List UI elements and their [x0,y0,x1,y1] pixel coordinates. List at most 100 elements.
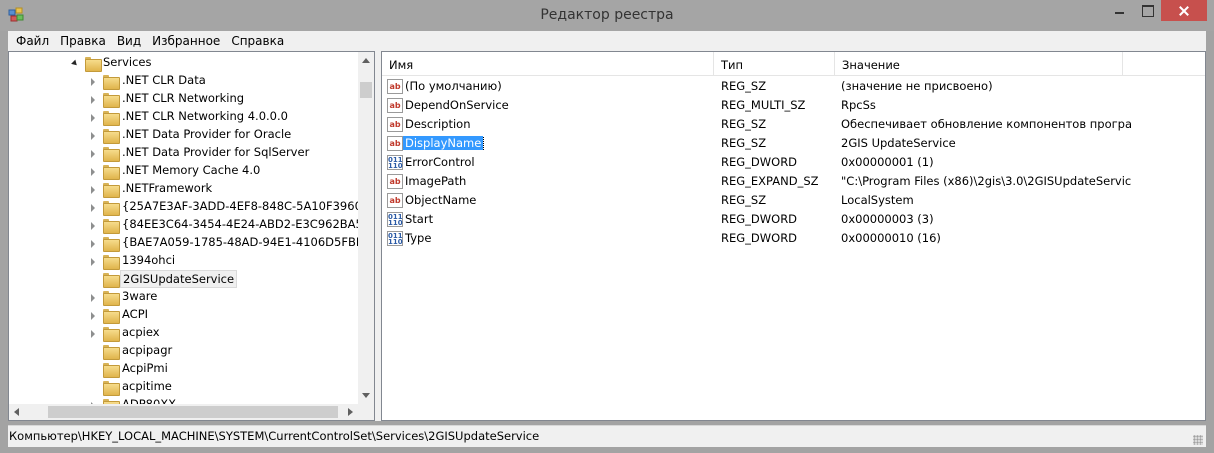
title-bar[interactable]: Редактор реестра [0,0,1214,31]
expand-arrow-icon[interactable] [89,77,98,86]
tree-item-5[interactable]: .NET Memory Cache 4.0 [9,162,359,180]
value-name-cell[interactable]: DependOnService [403,98,703,112]
tree-item-7[interactable]: {25A7E3AF-3ADD-4EF8-848C-5A10F3960F36} [9,198,374,216]
value-row[interactable]: 011 110 Start REG_DWORD 0x00000003 (3) [382,210,1205,229]
value-name[interactable]: ErrorControl [403,155,477,169]
tree-item-label[interactable]: acpitime [120,378,174,394]
tree-item-label[interactable]: .NET CLR Networking [120,90,246,106]
expand-arrow-icon[interactable] [89,167,98,176]
tree-item-8[interactable]: {84EE3C64-3454-4E24-ABD2-E3C962BA5E08} [9,216,374,234]
expand-arrow-icon[interactable] [89,221,98,230]
value-name-cell[interactable]: Description [403,117,703,131]
collapse-arrow-icon[interactable] [71,59,80,68]
tree-item-4[interactable]: .NET Data Provider for SqlServer [9,144,359,162]
tree-item-label[interactable]: .NET Data Provider for Oracle [120,126,293,142]
tree-item-label[interactable]: {84EE3C64-3454-4E24-ABD2-E3C962BA5E08} [120,216,374,232]
tree-item-12[interactable]: 3ware [9,288,359,306]
tree-vertical-scrollbar[interactable] [358,52,374,404]
value-name[interactable]: Start [403,212,435,226]
tree-item-label[interactable]: AcpiPmi [120,360,170,376]
tree-item-label[interactable]: .NETFramework [120,180,214,196]
expand-arrow-icon[interactable] [89,131,98,140]
expand-arrow-icon[interactable] [89,149,98,158]
tree-item-label[interactable]: 1394ohci [120,252,177,268]
expand-arrow-icon[interactable] [89,311,98,320]
tree-item-16[interactable]: AcpiPmi [9,360,359,378]
value-name[interactable]: (По умолчанию) [403,79,504,93]
expand-arrow-icon[interactable] [89,293,98,302]
scroll-right-arrow-icon[interactable] [348,408,353,416]
tree-item-label[interactable]: .NET CLR Networking 4.0.0.0 [120,108,290,124]
tree-item-label[interactable]: 3ware [120,288,159,304]
tree-item-9[interactable]: {BAE7A059-1785-48AD-94E1-4106D5FBF2EB} [9,234,374,252]
menu-file[interactable]: Файл [12,34,56,48]
expand-arrow-icon[interactable] [89,257,98,266]
tree-item-10[interactable]: 1394ohci [9,252,359,270]
scroll-left-arrow-icon[interactable] [14,408,19,416]
tree-item-label[interactable]: ACPI [120,306,150,322]
tree-item-label[interactable]: {25A7E3AF-3ADD-4EF8-848C-5A10F3960F36} [120,198,374,214]
tree-item-2[interactable]: .NET CLR Networking 4.0.0.0 [9,108,359,126]
tree-item-11[interactable]: 2GISUpdateService [9,270,359,288]
menu-edit[interactable]: Правка [56,34,113,48]
expand-arrow-icon[interactable] [89,239,98,248]
minimize-button[interactable] [1106,0,1134,21]
value-name-cell[interactable]: Type [403,231,703,245]
maximize-button[interactable] [1134,0,1161,21]
scroll-down-arrow-icon[interactable] [362,393,370,398]
tree-item-label[interactable]: acpiex [120,324,162,340]
tree-item-14[interactable]: acpiex [9,324,359,342]
value-name[interactable]: Type [403,231,433,245]
value-row[interactable]: ab DisplayName REG_SZ 2GIS UpdateService [382,134,1205,153]
tree-item-label[interactable]: .NET CLR Data [120,72,208,88]
value-name[interactable]: DependOnService [403,98,511,112]
tree-item-6[interactable]: .NETFramework [9,180,359,198]
value-name-cell[interactable]: ErrorControl [403,155,703,169]
expand-arrow-icon[interactable] [89,329,98,338]
column-type[interactable]: Тип [714,52,835,76]
value-row[interactable]: 011 110 Type REG_DWORD 0x00000010 (16) [382,229,1205,248]
scroll-thumb-horizontal[interactable] [48,406,338,418]
column-data[interactable]: Значение [835,52,1123,76]
value-name-cell[interactable]: ImagePath [403,174,703,188]
tree-item-label[interactable]: acpipagr [120,342,174,358]
value-name-cell[interactable]: ObjectName [403,193,703,207]
value-name[interactable]: ObjectName [403,193,478,207]
tree-item-0[interactable]: .NET CLR Data [9,72,359,90]
scroll-up-arrow-icon[interactable] [362,58,370,63]
tree-item-label[interactable]: .NET Memory Cache 4.0 [120,162,262,178]
scroll-thumb[interactable] [360,82,372,98]
expand-arrow-icon[interactable] [89,95,98,104]
value-name-cell[interactable]: DisplayName [403,136,703,150]
value-row[interactable]: ab ImagePath REG_EXPAND_SZ "C:\Program File… [382,172,1205,191]
value-row[interactable]: ab Description REG_SZ Обеспечивает обновлен… [382,115,1205,134]
expand-arrow-icon[interactable] [89,203,98,212]
tree-horizontal-scrollbar[interactable] [9,404,374,420]
expand-arrow-icon[interactable] [89,185,98,194]
tree-item-17[interactable]: acpitime [9,378,359,396]
values-list[interactable]: Имя Тип Значение ab (По умолчанию) REG_SZ(… [381,51,1206,421]
key-tree[interactable]: Services .NET CLR Data .NET CLR Networking… [8,51,375,421]
value-row[interactable]: ab ObjectName REG_SZ LocalSystem [382,191,1205,210]
value-row[interactable]: ab DependOnService REG_MULTI_SZ RpcSs [382,96,1205,115]
tree-item-label[interactable]: Services [101,54,154,70]
menu-help[interactable]: Справка [227,34,291,48]
column-name[interactable]: Имя [382,52,714,76]
value-row[interactable]: ab (По умолчанию) REG_SZ (значение не присв… [382,77,1205,96]
tree-item-label[interactable]: .NET Data Provider for SqlServer [120,144,311,160]
close-button[interactable] [1161,0,1207,21]
value-name-cell[interactable]: Start [403,212,703,226]
tree-item-label[interactable]: 2GISUpdateService [120,270,238,288]
tree-item-label[interactable]: {BAE7A059-1785-48AD-94E1-4106D5FBF2EB} [120,234,374,250]
value-row[interactable]: 011 110 ErrorControl REG_DWORD 0x00000001 (… [382,153,1205,172]
value-name-cell[interactable]: (По умолчанию) [403,79,703,93]
value-name[interactable]: Description [403,117,473,131]
menu-view[interactable]: Вид [113,34,148,48]
tree-item-13[interactable]: ACPI [9,306,359,324]
resize-grip-icon[interactable] [1193,435,1203,445]
tree-item-services[interactable]: Services [9,54,359,72]
value-name[interactable]: DisplayName [403,136,485,150]
tree-item-3[interactable]: .NET Data Provider for Oracle [9,126,359,144]
tree-item-15[interactable]: acpipagr [9,342,359,360]
expand-arrow-icon[interactable] [89,113,98,122]
